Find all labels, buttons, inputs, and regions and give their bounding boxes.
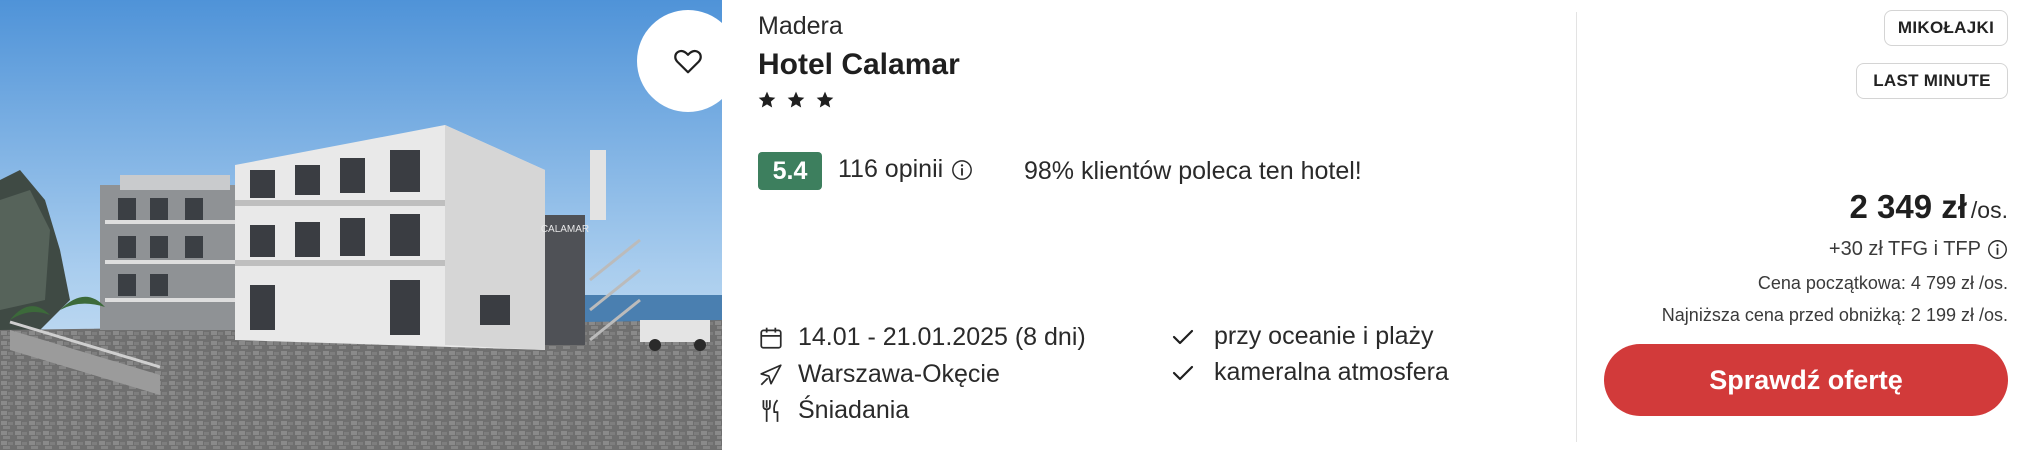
reviews-count-label: 116 opinii [838,155,944,183]
star-icon [787,91,805,108]
recommendation-text: 98% klientów poleca ten hotel! [1024,157,1362,185]
lowest-price: Najniższa cena przed obniżką: 2 199 zł /… [1661,305,2008,325]
feature-item: kameralna atmosfera [1170,358,1449,387]
trip-dates: 14.01 - 21.01.2025 (8 dni) [758,323,1086,352]
hotel-offer-card: CALAMAR Madera Hotel Calamar 5.4 116 opi… [0,0,2024,450]
hotel-photo[interactable]: CALAMAR [0,0,722,450]
check-icon [1170,324,1196,350]
price: 2 349 zł /os. [1850,188,2009,226]
board-type-label: Śniadania [798,396,910,424]
feature-item: przy oceanie i plaży [1170,322,1434,351]
base-price: Cena początkowa: 4 799 zł /os. [1757,273,2008,293]
fork-knife-icon [758,398,784,424]
departure-airport-label: Warszawa-Okęcie [798,360,1000,388]
check-icon [1170,360,1196,386]
calendar-icon [758,325,784,351]
hotel-name[interactable]: Hotel Calamar [758,48,960,82]
trip-dates-label: 14.01 - 21.01.2025 (8 dni) [798,323,1086,351]
info-icon[interactable] [1987,239,2008,260]
check-offer-button[interactable]: Sprawdź ofertę [1604,344,2008,416]
hotel-region: Madera [758,12,843,40]
feature-label: przy oceanie i plaży [1214,322,1434,350]
price-amount: 2 349 zł [1849,188,1967,225]
promo-tag: MIKOŁAJKI [1884,10,2008,46]
heart-icon [674,49,702,74]
reviews-count[interactable]: 116 opinii [838,155,973,184]
promo-tag: LAST MINUTE [1856,63,2008,99]
info-icon[interactable] [951,159,973,181]
price-unit: /os. [1970,197,2008,223]
column-divider [1576,12,1577,442]
hotel-sign: CALAMAR [541,224,589,235]
hotel-photo-illustration: CALAMAR [0,0,722,450]
star-icon [816,91,834,108]
hotel-stars [757,90,835,110]
feature-label: kameralna atmosfera [1214,358,1449,386]
rating-score-badge: 5.4 [758,152,822,190]
board-type: Śniadania [758,396,909,425]
price-fees-label: +30 zł TFG i TFP [1828,238,1981,260]
plane-icon [758,362,784,388]
price-fees: +30 zł TFG i TFP [1829,238,2008,261]
departure-airport: Warszawa-Okęcie [758,360,1000,389]
star-icon [758,91,776,108]
